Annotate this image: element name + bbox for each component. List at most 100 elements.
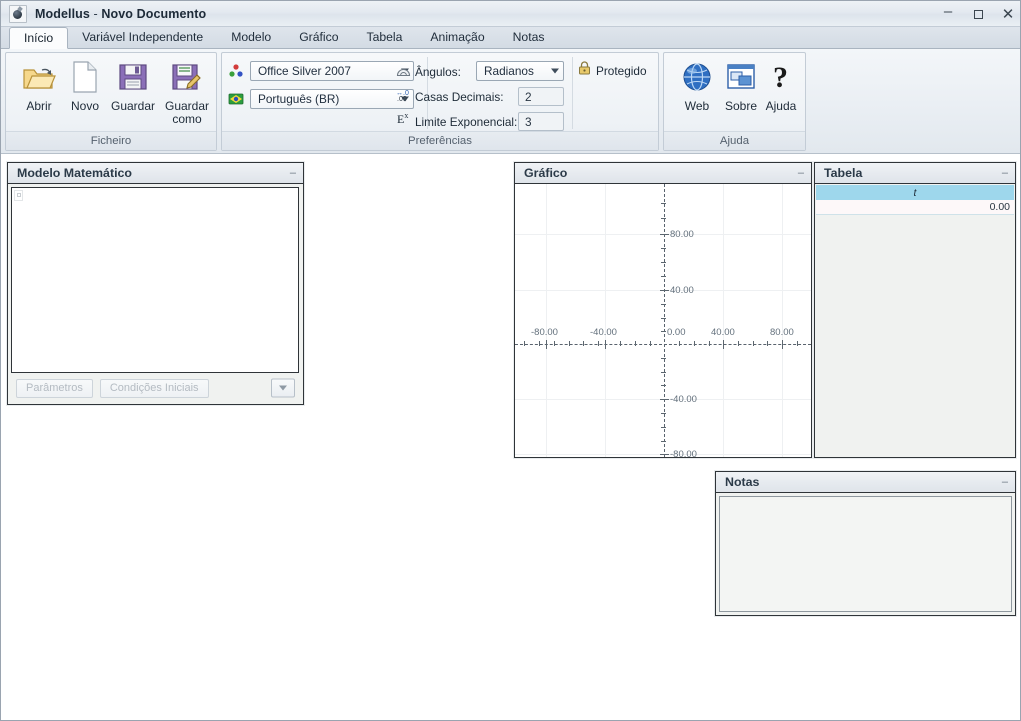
- y-axis-tick: [661, 372, 666, 373]
- save-as-diskette-pencil-icon: [171, 57, 203, 97]
- notes-text-area[interactable]: [719, 496, 1012, 612]
- y-axis-tick: [661, 248, 666, 249]
- open-button-label: Abrir: [26, 99, 52, 113]
- model-editor-canvas[interactable]: [11, 187, 299, 373]
- ribbon: Abrir Novo Guardar Guardar como Ficheiro…: [1, 49, 1020, 154]
- tab-variavel-independente[interactable]: Variável Independente: [68, 27, 217, 48]
- help-button[interactable]: ? Ajuda: [752, 57, 810, 113]
- tab-modelo[interactable]: Modelo: [217, 27, 285, 48]
- theme-select[interactable]: Office Silver 2007: [250, 61, 414, 81]
- exponent-label: Limite Exponencial:: [415, 115, 518, 129]
- graph-panel-title: Gráfico: [524, 166, 568, 180]
- language-select[interactable]: Português (BR): [250, 89, 414, 109]
- close-button[interactable]: ✕: [1000, 6, 1016, 22]
- ribbon-group-ajuda: Web Sobre ? Ajuda Ajuda: [663, 52, 806, 151]
- y-axis-tick: [661, 203, 666, 204]
- y-axis-tick: [661, 304, 666, 305]
- ribbon-group-ajuda-body: Web Sobre ? Ajuda: [664, 53, 805, 133]
- x-axis-tick: [569, 341, 570, 346]
- ribbon-group-ficheiro: Abrir Novo Guardar Guardar como Ficheiro: [5, 52, 217, 151]
- x-axis-tick: [797, 341, 798, 346]
- model-options-dropdown-button[interactable]: [271, 378, 295, 398]
- new-document-icon: [72, 57, 98, 97]
- protected-checkbox[interactable]: Protegido: [578, 61, 647, 80]
- save-as-button[interactable]: Guardar como: [158, 57, 216, 126]
- decimals-input[interactable]: 2: [518, 87, 564, 106]
- y-axis-major-tick: [660, 454, 669, 455]
- ribbon-group-preferencias: Office Silver 2007 Português (BR) Ângulo…: [221, 52, 659, 151]
- angles-select[interactable]: Radianos: [476, 61, 564, 81]
- x-axis-major-tick: [605, 340, 606, 349]
- graph-plot-area[interactable]: -80.00 -40.00 0.00 40.00 80.00 80.00 40.…: [515, 184, 811, 457]
- exponent-input[interactable]: 3: [518, 112, 564, 131]
- exponent-icon: Ex: [397, 111, 409, 126]
- x-axis-tick: [539, 341, 540, 346]
- tab-grafico[interactable]: Gráfico: [285, 27, 352, 48]
- x-tick-label: 80.00: [770, 327, 794, 338]
- table-header-row: t: [816, 185, 1014, 201]
- help-button-label: Ajuda: [765, 99, 797, 113]
- x-axis-tick: [679, 341, 680, 346]
- x-axis-tick: [650, 341, 651, 346]
- tab-inicio[interactable]: Início: [9, 27, 69, 49]
- y-axis-major-tick: [660, 290, 669, 291]
- lock-icon: [578, 61, 591, 80]
- maximize-button[interactable]: [970, 6, 986, 22]
- window-title: Modellus - Novo Documento: [35, 7, 206, 21]
- y-axis-major-tick: [660, 234, 669, 235]
- color-balls-icon: [228, 63, 244, 84]
- web-button-label: Web: [684, 99, 710, 113]
- gridline-vertical: [782, 184, 783, 457]
- x-axis-tick: [620, 341, 621, 346]
- protected-label: Protegido: [596, 63, 647, 78]
- ribbon-group-ficheiro-title: Ficheiro: [6, 131, 216, 150]
- tab-notas[interactable]: Notas: [499, 27, 559, 48]
- y-tick-label: -40.00: [670, 394, 697, 405]
- table-empty-area[interactable]: [816, 216, 1014, 456]
- mathematical-model-panel-footer: Parâmetros Condições Iniciais: [8, 372, 303, 404]
- tab-animacao[interactable]: Animação: [416, 27, 498, 48]
- y-axis-tick: [661, 331, 666, 332]
- table-row[interactable]: 0.00: [816, 200, 1014, 215]
- collapse-icon[interactable]: –: [1002, 476, 1009, 488]
- svg-text:?: ?: [773, 61, 788, 93]
- flask-icon: [9, 4, 27, 23]
- x-tick-label: -80.00: [531, 327, 558, 338]
- x-axis-tick: [709, 341, 710, 346]
- window-title-separator: -: [89, 6, 102, 21]
- table-panel: Tabela – t 0.00: [814, 162, 1016, 458]
- y-axis-major-tick: [660, 399, 669, 400]
- x-axis-tick: [524, 341, 525, 346]
- globe-icon: [681, 57, 713, 97]
- x-axis-tick: [767, 341, 768, 346]
- y-axis-tick: [661, 413, 666, 414]
- graph-panel: Gráfico – -80.00 -40.00 0.00 40.00 80.00…: [514, 162, 812, 458]
- y-axis: [664, 184, 665, 457]
- y-axis-tick: [661, 427, 666, 428]
- y-axis-tick: [661, 441, 666, 442]
- y-axis-tick: [661, 318, 666, 319]
- initial-conditions-button[interactable]: Condições Iniciais: [99, 378, 209, 398]
- y-axis-tick: [661, 262, 666, 263]
- question-mark-icon: ?: [768, 57, 794, 97]
- gridline-vertical: [546, 184, 547, 457]
- save-diskette-icon: [118, 57, 148, 97]
- minimize-button[interactable]: –: [940, 3, 956, 25]
- mathematical-model-panel-header: Modelo Matemático –: [8, 163, 303, 184]
- ribbon-group-preferencias-title: Preferências: [222, 131, 658, 150]
- notes-panel-title: Notas: [725, 475, 760, 489]
- table-column-header-t: t: [913, 186, 917, 199]
- x-axis-tick: [598, 341, 599, 346]
- save-button[interactable]: Guardar: [104, 57, 162, 113]
- collapse-icon[interactable]: –: [1002, 167, 1009, 179]
- angles-select-value: Radianos: [484, 64, 534, 78]
- brazil-flag-icon: [228, 91, 244, 112]
- tab-tabela[interactable]: Tabela: [353, 27, 417, 48]
- ribbon-separator: [572, 57, 573, 129]
- language-select-value: Português (BR): [258, 92, 340, 106]
- graph-panel-header: Gráfico –: [515, 163, 811, 184]
- collapse-icon[interactable]: –: [798, 167, 805, 179]
- collapse-icon[interactable]: –: [290, 167, 297, 179]
- model-caret-marker: [14, 190, 23, 201]
- parameters-button[interactable]: Parâmetros: [16, 378, 93, 398]
